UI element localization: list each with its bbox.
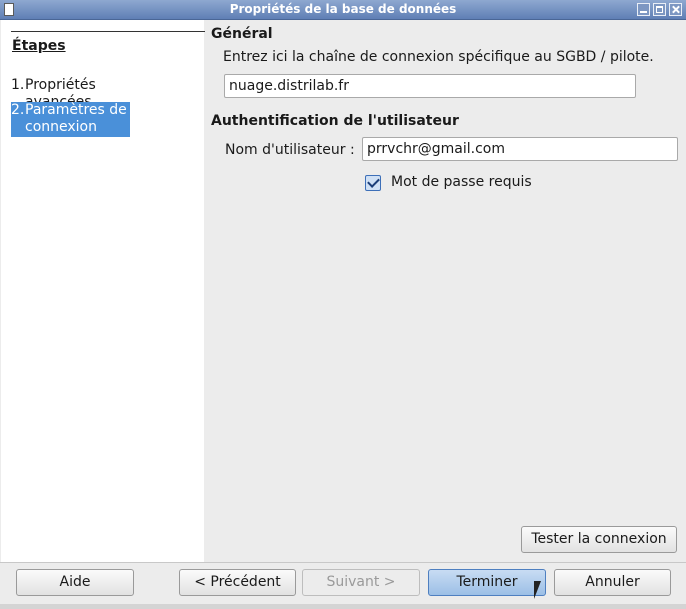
- connection-description: Entrez ici la chaîne de connexion spécif…: [223, 49, 654, 65]
- steps-panel: Étapes 1. Propriétés avancées 2. Paramèt…: [1, 20, 205, 562]
- window-title: Propriétés de la base de données: [229, 2, 457, 16]
- help-button[interactable]: Aide: [16, 569, 134, 596]
- username-input[interactable]: [362, 137, 678, 161]
- mouse-pointer-icon: [534, 581, 548, 599]
- connection-string-input[interactable]: [224, 74, 636, 98]
- finish-button[interactable]: Terminer: [428, 569, 546, 596]
- test-connection-button[interactable]: Tester la connexion: [521, 526, 677, 553]
- close-icon[interactable]: [669, 3, 682, 16]
- settings-panel: Général Entrez ici la chaîne de connexio…: [205, 20, 686, 562]
- steps-divider: [11, 31, 205, 32]
- cancel-button[interactable]: Annuler: [554, 569, 671, 596]
- window-bottom-edge: [0, 604, 686, 609]
- general-section-title: Général: [211, 26, 273, 42]
- auth-section-title: Authentification de l'utilisateur: [211, 113, 459, 129]
- previous-button[interactable]: < Précédent: [179, 569, 296, 596]
- minimize-icon[interactable]: [637, 3, 650, 16]
- button-bar-divider: [0, 562, 686, 563]
- step-connection-settings[interactable]: 2. Paramètres de connexion: [11, 102, 130, 137]
- step-number: 2.: [11, 102, 25, 118]
- password-required-label[interactable]: Mot de passe requis: [391, 174, 532, 190]
- window-titlebar: Propriétés de la base de données: [0, 0, 686, 20]
- next-button[interactable]: Suivant >: [302, 569, 420, 596]
- username-label: Nom d'utilisateur :: [225, 142, 355, 158]
- steps-heading: Étapes: [12, 38, 66, 54]
- maximize-icon[interactable]: [653, 3, 666, 16]
- password-required-checkbox[interactable]: [365, 175, 381, 191]
- step-label: Paramètres de connexion: [25, 102, 127, 135]
